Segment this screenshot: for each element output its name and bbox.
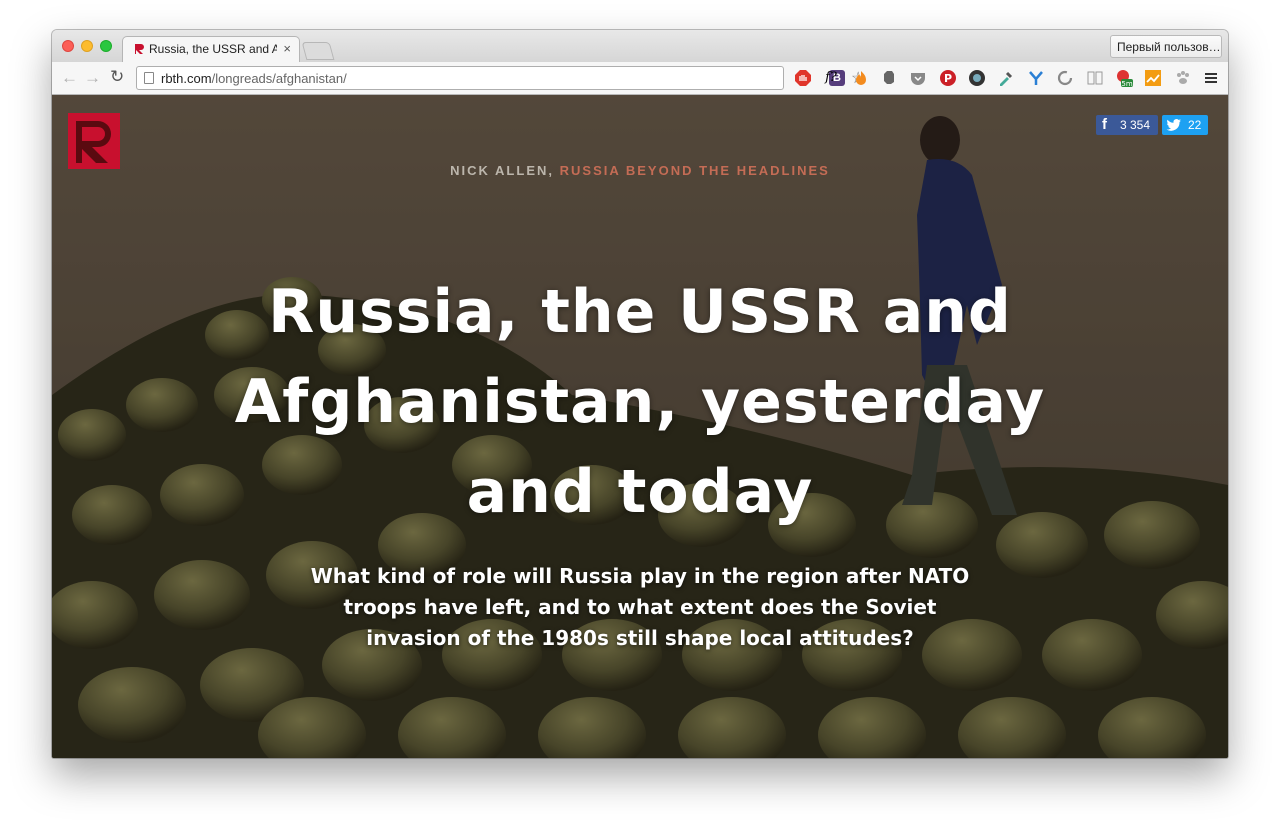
tab-active[interactable]: Russia, the USSR and Afghanistan, yester…	[122, 36, 300, 62]
sync-icon[interactable]	[1056, 69, 1074, 87]
rbth-favicon-icon	[135, 44, 144, 54]
yandex-icon[interactable]	[1027, 69, 1045, 87]
evernote-icon[interactable]	[880, 69, 898, 87]
browser-window: Russia, the USSR and Afghanistan, yester…	[52, 30, 1228, 758]
byline-org-link[interactable]: RUSSIA BEYOND THE HEADLINES	[560, 163, 830, 178]
url-host: rbth.com	[161, 71, 212, 86]
paw-icon[interactable]	[1174, 69, 1192, 87]
reader-icon[interactable]	[1086, 69, 1104, 87]
twitter-share-button[interactable]: 22	[1162, 115, 1208, 135]
new-tab-button[interactable]	[301, 42, 335, 60]
adblock-icon[interactable]	[794, 69, 812, 87]
forward-button[interactable]: →	[84, 68, 101, 88]
byline: NICK ALLEN, RUSSIA BEYOND THE HEADLINES	[52, 163, 1228, 178]
counter-badge-text: 5m	[1121, 80, 1132, 87]
pocket-icon[interactable]	[909, 69, 927, 87]
pinterest-icon[interactable]: P	[939, 69, 957, 87]
facebook-share-button[interactable]: f 3 354	[1096, 115, 1158, 135]
rbth-logo[interactable]	[68, 113, 120, 169]
url-text[interactable]: rbth.com/longreads/afghanistan/	[161, 71, 347, 86]
back-button[interactable]: ←	[61, 68, 78, 88]
byline-author: NICK ALLEN,	[450, 163, 554, 178]
twitter-share-count: 22	[1188, 118, 1202, 132]
eyedropper-icon[interactable]	[997, 69, 1015, 87]
tab-close-icon[interactable]: ×	[283, 41, 291, 56]
address-bar[interactable]: rbth.com/longreads/afghanistan/ B ☆	[136, 66, 865, 90]
fontface-icon[interactable]: f?	[822, 69, 840, 87]
window-minimize-button[interactable]	[81, 40, 93, 52]
profile-button[interactable]: Первый пользов…	[1110, 35, 1222, 58]
menu-icon[interactable]	[1202, 69, 1220, 87]
analytics-icon[interactable]	[1144, 69, 1162, 87]
page-icon	[144, 72, 154, 84]
camera-icon[interactable]	[968, 69, 986, 87]
counter-icon[interactable]: 5m	[1115, 69, 1133, 87]
reload-button[interactable]: ↻	[110, 67, 124, 87]
page-viewport: NICK ALLEN, RUSSIA BEYOND THE HEADLINES …	[52, 95, 1228, 758]
facebook-icon: f	[1102, 116, 1107, 133]
tab-title: Russia, the USSR and Afghanistan, yester…	[149, 42, 277, 56]
window-close-button[interactable]	[62, 40, 74, 52]
window-zoom-button[interactable]	[100, 40, 112, 52]
url-path: /longreads/afghanistan/	[211, 71, 347, 86]
facebook-share-count: 3 354	[1120, 118, 1151, 132]
svg-text:P: P	[944, 72, 952, 85]
tab-strip: Russia, the USSR and Afghanistan, yester…	[52, 30, 1228, 62]
browser-toolbar: ← → ↻ rbth.com/longreads/afghanistan/ B …	[52, 62, 1228, 95]
twitter-icon	[1166, 119, 1181, 131]
page-title: Russia, the USSR and Afghanistan, yester…	[234, 277, 1046, 527]
firebug-icon[interactable]	[852, 69, 870, 87]
page-subtitle: What kind of role will Russia play in th…	[310, 564, 970, 650]
